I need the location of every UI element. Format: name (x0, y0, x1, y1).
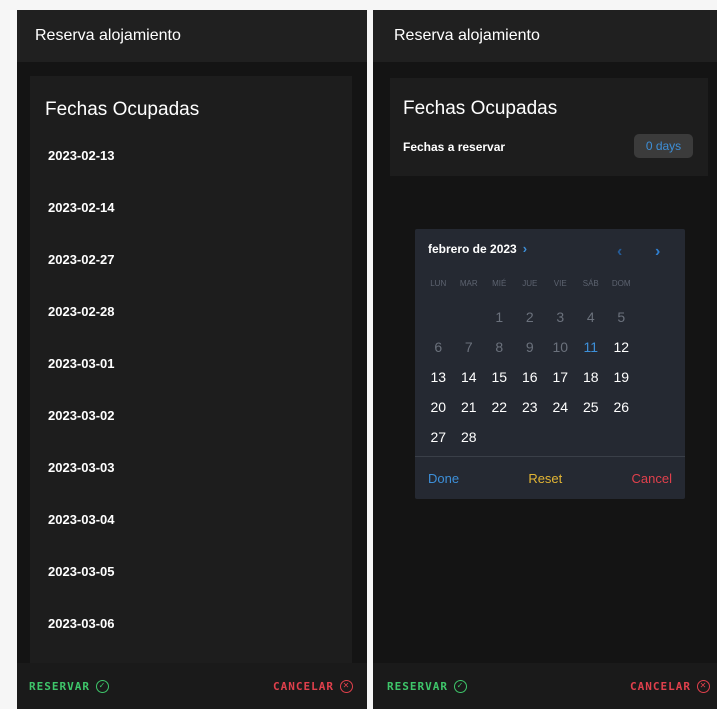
check-circle-icon: ✓ (95, 679, 109, 693)
action-footer: RESERVAR ✓ CANCELAR ✕ (17, 663, 367, 709)
reservation-panel-list: Reserva alojamiento Fechas Ocupadas 2023… (17, 10, 367, 709)
selection-label: Fechas a reservar (403, 140, 506, 154)
month-selector[interactable]: febrero de 2023 › (428, 241, 527, 256)
weekday-label: LUN (430, 279, 447, 288)
card-title: Fechas Ocupadas (403, 98, 558, 119)
day-cell[interactable]: 19 (606, 369, 637, 399)
month-label: febrero de 2023 (428, 241, 517, 256)
weekday-header: LUN MAR MIÉ JUE VIE SÁB DOM (423, 279, 637, 288)
occupied-date-item: 2023-03-06 (48, 616, 115, 631)
day-cell: 1 (495, 309, 504, 325)
day-cell[interactable]: 12 (606, 339, 637, 369)
action-footer: RESERVAR ✓ CANCELAR ✕ (373, 663, 717, 709)
day-cell: 10 (552, 339, 569, 355)
occupied-date-item: 2023-03-01 (48, 356, 115, 371)
header-title: Reserva alojamiento (394, 27, 540, 44)
day-cell[interactable]: 28 (454, 429, 485, 459)
day-cell[interactable]: 27 (423, 429, 454, 459)
prev-month-button[interactable]: ‹ (617, 243, 622, 261)
occupied-date-item: 2023-02-13 (48, 148, 115, 163)
divider (415, 456, 685, 457)
cancelar-button[interactable]: CANCELAR ✕ (630, 679, 710, 693)
day-cell[interactable]: 22 (484, 399, 515, 429)
selection-card: Fechas Ocupadas Fechas a reservar 0 days (390, 78, 708, 176)
reservar-button[interactable]: RESERVAR ✓ (387, 679, 467, 693)
occupied-date-item: 2023-03-02 (48, 408, 115, 423)
day-cell: 4 (586, 309, 595, 325)
day-cell: 9 (525, 339, 534, 355)
check-circle-icon: ✓ (453, 679, 467, 693)
x-circle-icon: ✕ (697, 679, 710, 693)
occupied-dates-list: 2023-02-13 2023-02-14 2023-02-27 2023-02-28… (48, 148, 115, 676)
occupied-date-item: 2023-02-27 (48, 252, 115, 267)
reservation-panel-calendar: Reserva alojamiento Fechas Ocupadas Fech… (373, 10, 717, 709)
occupied-date-item: 2023-02-28 (48, 304, 115, 319)
x-circle-icon: ✕ (340, 679, 353, 693)
day-cell: 5 (617, 309, 626, 325)
occupied-date-item: 2023-03-05 (48, 564, 115, 579)
weekday-label: VIE (553, 279, 567, 288)
day-cell[interactable]: 14 (454, 369, 485, 399)
occupied-date-item: 2023-03-04 (48, 512, 115, 527)
day-cell: 2 (525, 309, 534, 325)
day-cell[interactable]: 15 (484, 369, 515, 399)
day-cell: 7 (464, 339, 473, 355)
day-cell[interactable]: 25 (576, 399, 607, 429)
day-cell[interactable]: 13 (423, 369, 454, 399)
cancelar-label: CANCELAR (273, 679, 334, 693)
day-cell[interactable]: 24 (545, 399, 576, 429)
day-grid: 1 2 3 4 5 6 7 8 9 10 11 12 13 14 15 16 17 18 19 20 21 22 23 24 2… (423, 309, 639, 459)
cancel-button[interactable]: Cancel (632, 468, 672, 488)
day-cell[interactable]: 11 (576, 339, 607, 369)
weekday-label: SÁB (582, 279, 599, 288)
days-count-badge[interactable]: 0 days (634, 134, 693, 158)
app-header: Reserva alojamiento (373, 10, 717, 62)
day-cell[interactable]: 18 (576, 369, 607, 399)
day-cell[interactable]: 20 (423, 399, 454, 429)
occupied-date-item: 2023-03-03 (48, 460, 115, 475)
day-cell: 3 (556, 309, 565, 325)
cancelar-button[interactable]: CANCELAR ✕ (273, 679, 353, 693)
day-cell: 6 (434, 339, 443, 355)
reservar-button[interactable]: RESERVAR ✓ (29, 679, 109, 693)
weekday-label: DOM (611, 279, 631, 288)
header-title: Reserva alojamiento (35, 27, 181, 44)
day-cell[interactable]: 17 (545, 369, 576, 399)
date-picker-calendar: febrero de 2023 › ‹ › LUN MAR MIÉ JUE VIE SÁB… (415, 229, 685, 499)
day-cell[interactable]: 16 (515, 369, 546, 399)
weekday-label: JUE (522, 279, 538, 288)
card-title: Fechas Ocupadas (45, 99, 200, 120)
chevron-right-icon: › (522, 241, 528, 256)
next-month-button[interactable]: › (655, 243, 660, 261)
occupied-date-item: 2023-02-14 (48, 200, 115, 215)
weekday-label: MIÉ (492, 279, 507, 288)
done-button[interactable]: Done (428, 468, 459, 488)
occupied-dates-card: Fechas Ocupadas 2023-02-13 2023-02-14 2023… (30, 76, 352, 676)
cancelar-label: CANCELAR (630, 679, 691, 693)
app-header: Reserva alojamiento (17, 10, 367, 62)
weekday-label: MAR (459, 279, 478, 288)
day-cell[interactable]: 26 (606, 399, 637, 429)
day-cell: 8 (495, 339, 504, 355)
reservar-label: RESERVAR (29, 679, 90, 693)
day-cell[interactable]: 23 (515, 399, 546, 429)
reservar-label: RESERVAR (387, 679, 448, 693)
day-cell[interactable]: 21 (454, 399, 485, 429)
calendar-actions: Done Reset Cancel (415, 468, 685, 488)
reset-button[interactable]: Reset (528, 468, 562, 488)
